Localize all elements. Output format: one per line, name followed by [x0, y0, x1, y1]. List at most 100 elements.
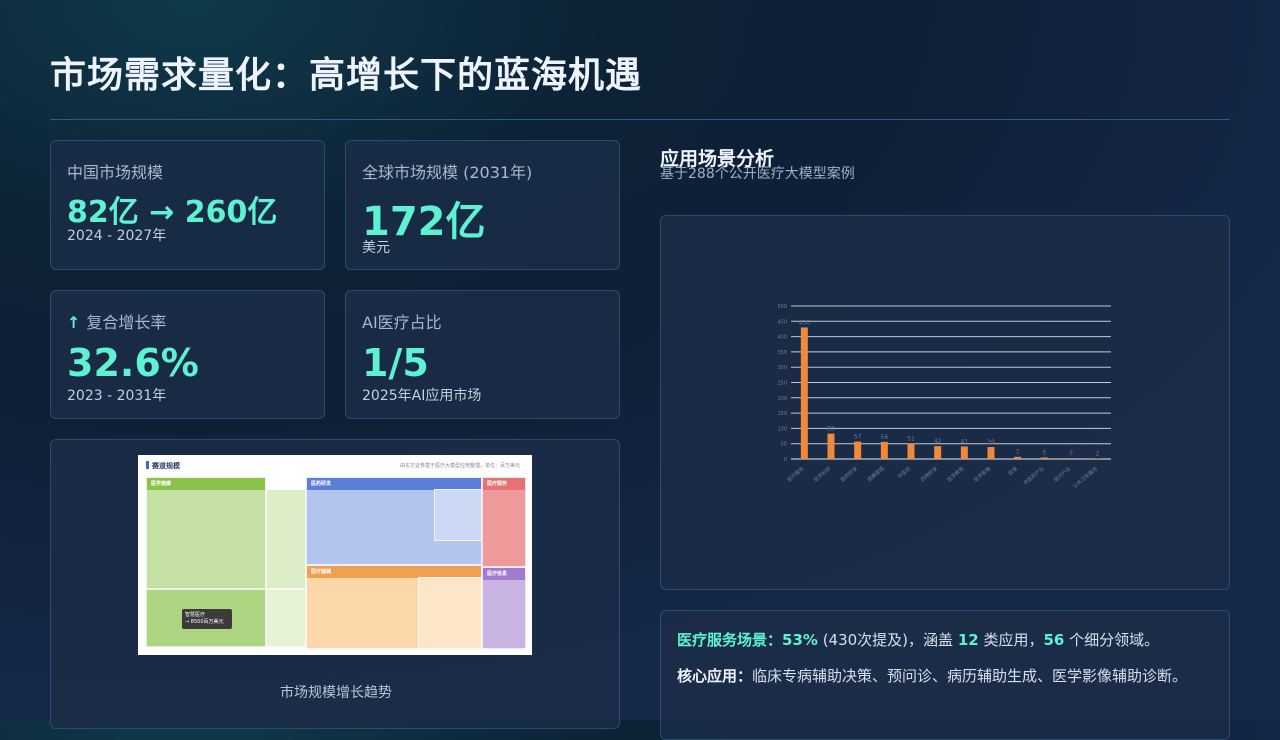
bar-value-label: 430	[799, 319, 811, 326]
stat-card-global-market: 全球市场规模 (2031年) 172亿 美元	[345, 140, 620, 270]
info-percent: 53%	[782, 631, 818, 649]
stat-sub: 2025年AI应用市场	[362, 388, 482, 404]
treemap-note: 由东方证券基于医疗大模型应用整理，单位：百万美元	[399, 463, 520, 469]
stat-sub: 2024 - 2027年	[67, 228, 167, 244]
y-tick-label: 150	[777, 411, 787, 417]
bar	[1094, 458, 1102, 459]
info-line-2: 核心应用：临床专病辅助决策、预问诊、病历辅助生成、医学影像辅助诊断。	[677, 663, 1207, 689]
chart-card: 0 50 100 150 200 250 300 350 400 450 500 430 医疗服务 83 医…	[660, 215, 1230, 590]
treemap-header: 赛道规模 由东方证券基于医疗大模型应用整理，单位：百万美元	[138, 455, 532, 475]
bar	[854, 441, 862, 459]
category-label: 医保	[1007, 465, 1019, 477]
bar-value-label: 7	[1016, 449, 1020, 456]
stat-card-ai-share: AI医疗占比 1/5 2025年AI应用市场	[345, 290, 620, 419]
bar-value-label: 2	[1096, 450, 1100, 457]
bar-value-label: 57	[854, 434, 862, 441]
category-label: 医学教育	[946, 465, 966, 483]
treemap-title: 赛道规模	[152, 462, 180, 470]
stat-label: 中国市场规模	[67, 163, 164, 182]
stat-card-china-market: 中国市场规模 82亿 → 260亿 2024 - 2027年	[50, 140, 325, 270]
bar-value-label: 39	[987, 439, 995, 446]
treemap-group-label: 医疗器械	[311, 569, 332, 575]
stat-label-text: 复合增长率	[86, 313, 167, 332]
info-count: 12	[957, 631, 979, 649]
y-tick-label: 450	[777, 319, 787, 325]
bar-value-label: 41	[961, 438, 969, 445]
y-tick-label: 300	[777, 365, 787, 371]
bar	[880, 441, 888, 459]
info-count: 56	[1043, 631, 1065, 649]
treemap-card: 赛道规模 由东方证券基于医疗大模型应用整理，单位：百万美元 医学健康 医药研发 …	[50, 439, 620, 729]
stat-label: ↑ 复合增长率	[67, 309, 166, 333]
category-label: 健康管理	[866, 465, 886, 483]
arrow-up-icon: ↑	[67, 313, 81, 332]
info-label: 医疗服务场景：	[677, 631, 783, 649]
category-label: 医药研发	[839, 465, 859, 483]
category-label: 医学科研	[812, 465, 832, 483]
treemap-group-info: 医疗信息	[482, 567, 526, 649]
treemap-caption: 市场规模增长趋势	[280, 685, 392, 701]
category-label: 中医药	[896, 465, 912, 480]
stat-label: AI医疗占比	[362, 313, 442, 332]
y-tick-label: 0	[784, 457, 787, 463]
bar-value-label: 5	[1042, 449, 1046, 456]
y-tick-label: 350	[777, 350, 787, 356]
treemap-image: 赛道规模 由东方证券基于医疗大模型应用整理，单位：百万美元 医学健康 医药研发 …	[138, 455, 532, 655]
treemap-block-pharma-b	[434, 489, 482, 541]
bar	[1067, 458, 1075, 459]
bar-value-label: 42	[934, 438, 942, 445]
bar-chart: 0 50 100 150 200 250 300 350 400 450 500 430 医疗服务 83 医…	[777, 304, 1111, 490]
stat-value: 32.6%	[67, 341, 199, 385]
info-text: 类应用，	[983, 631, 1044, 649]
treemap-tooltip: 智慧医疗 → 8500百万美元	[182, 609, 232, 629]
treemap-block-device-b	[418, 577, 482, 649]
treemap-block-health-b	[266, 489, 306, 589]
tooltip-value: → 8500百万美元	[185, 619, 224, 625]
stat-value: 1/5	[362, 341, 429, 385]
category-label: 药物研发	[919, 465, 939, 483]
y-tick-label: 400	[777, 335, 787, 341]
info-card: 医疗服务场景：53% (430次提及)，涵盖 12 类应用，56 个细分领域。 …	[660, 610, 1230, 740]
info-label: 核心应用：	[677, 667, 753, 685]
treemap-group-label: 医疗信息	[487, 571, 508, 577]
title-divider	[50, 119, 1230, 120]
section-subtitle: 基于288个公开医疗大模型案例	[660, 166, 855, 182]
treemap-group-label: 医学健康	[151, 481, 172, 487]
page-title: 市场需求量化：高增长下的蓝海机遇	[50, 55, 643, 96]
stat-sub: 美元	[362, 240, 390, 256]
y-tick-label: 50	[781, 442, 787, 448]
bar	[907, 443, 915, 459]
bar	[934, 446, 942, 459]
treemap-title-marker	[146, 461, 149, 469]
info-line-1: 医疗服务场景：53% (430次提及)，涵盖 12 类应用，56 个细分领域。	[677, 629, 1159, 650]
bar	[827, 433, 835, 459]
category-label: 公共卫生服务	[1071, 465, 1098, 490]
category-label: 医疗产品	[1052, 465, 1072, 483]
treemap-group-label: 医药研发	[311, 481, 332, 487]
bar	[800, 327, 808, 459]
info-text: 个细分领域。	[1069, 631, 1160, 649]
treemap-group-service: 医疗服务	[482, 477, 526, 567]
treemap-group-health: 医学健康	[146, 477, 266, 589]
stat-label: 全球市场规模 (2031年)	[362, 163, 533, 182]
y-tick-label: 500	[777, 304, 787, 310]
bar-value-label: 3	[1069, 450, 1073, 457]
bar	[1040, 457, 1048, 459]
y-tick-label: 250	[777, 381, 787, 387]
stat-sub: 2023 - 2031年	[67, 388, 167, 404]
bar-value-label: 56	[881, 434, 889, 441]
treemap-block-health-d	[266, 589, 306, 647]
bar-value-label: 51	[907, 435, 915, 442]
bar	[1014, 456, 1022, 459]
info-text: 临床专病辅助决策、预问诊、病历辅助生成、医学影像辅助诊断。	[752, 667, 1188, 685]
y-tick-label: 200	[777, 396, 787, 402]
bar	[960, 446, 968, 459]
category-label: 医疗服务	[786, 465, 806, 483]
tooltip-name: 智慧医疗	[185, 612, 206, 618]
category-label: 中医药产业	[1022, 465, 1046, 486]
category-label: 医学影像	[972, 465, 992, 483]
treemap-group-label: 医疗服务	[487, 481, 508, 487]
y-tick-label: 100	[777, 426, 787, 432]
bar-value-label: 83	[827, 426, 835, 433]
stat-card-cagr: ↑ 复合增长率 32.6% 2023 - 2031年	[50, 290, 325, 419]
